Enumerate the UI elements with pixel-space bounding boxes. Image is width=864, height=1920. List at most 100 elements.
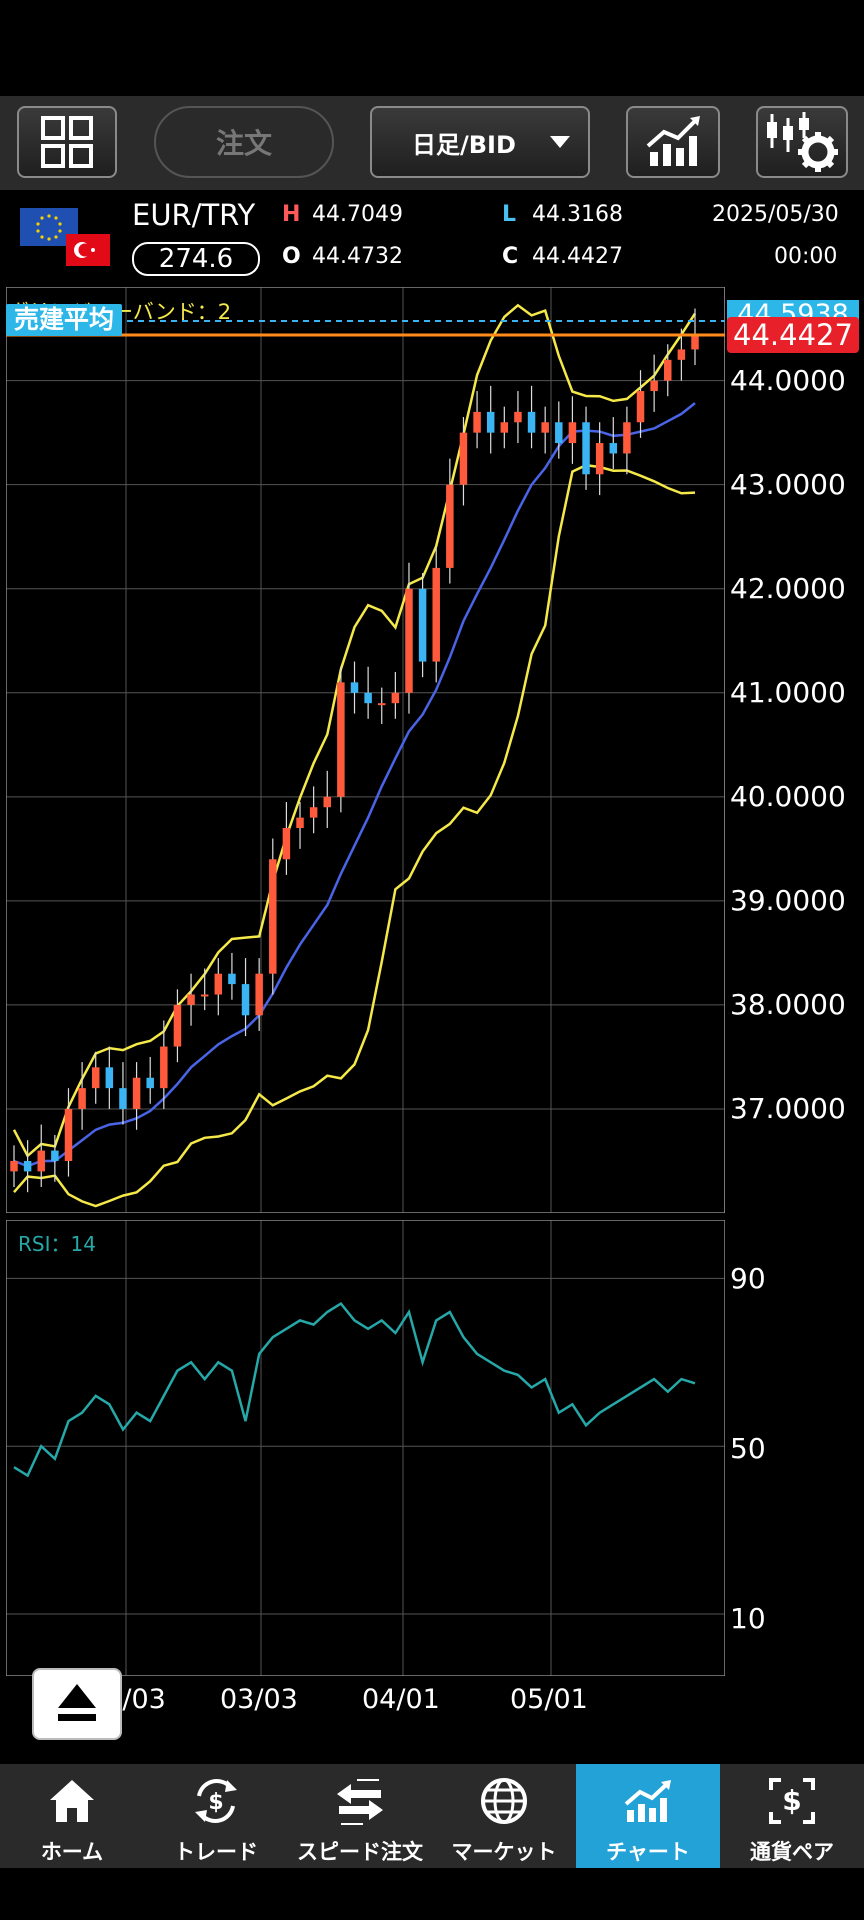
candle-body (527, 411, 536, 433)
globe-icon (481, 1778, 527, 1824)
x-axis-date-label: 04/01 (362, 1684, 440, 1715)
candle-body (500, 422, 509, 433)
candle-body (105, 1067, 114, 1089)
rsi-chart[interactable] (6, 1220, 725, 1676)
candle-body (418, 588, 427, 662)
candle-body (609, 443, 618, 454)
candle-body (37, 1150, 45, 1172)
candle-body (650, 380, 658, 392)
sell-average-tag: 売建平均 (6, 304, 123, 336)
current-price-tag: 44.4427 (727, 317, 859, 353)
candle-body (364, 692, 372, 704)
candle-body (323, 796, 332, 808)
candle-body (377, 703, 386, 706)
candle-body (241, 984, 250, 1016)
collapse-panel-button[interactable] (32, 1668, 122, 1740)
layout-grid-button[interactable] (17, 106, 117, 178)
chart-trend-icon (646, 116, 700, 166)
candle-body (200, 994, 209, 997)
rsi-level-label: 90 (730, 1262, 766, 1295)
candle-body (541, 422, 549, 433)
system-bar (0, 1868, 864, 1920)
candle-body (446, 484, 454, 568)
candle-body (64, 1108, 73, 1161)
eur-try-flag-icon (20, 208, 110, 266)
candle-body (391, 692, 400, 704)
nav-speed-order[interactable]: スピード注文 (288, 1764, 432, 1868)
nav-market[interactable]: マーケット (432, 1764, 576, 1868)
candle-body (160, 1046, 168, 1089)
y-axis-label: 41.0000 (730, 676, 846, 709)
indicator-button[interactable] (626, 106, 720, 178)
rsi-label: RSI：14 (18, 1232, 96, 1256)
candle-body (623, 422, 631, 454)
chart-toolbar: 注文 日足/BID (0, 96, 864, 190)
price-chart[interactable] (6, 287, 725, 1213)
svg-text:$: $ (208, 1790, 223, 1815)
candle-body (51, 1150, 59, 1161)
y-axis-label: 43.0000 (730, 468, 846, 501)
low-label: L (502, 202, 517, 227)
candle-body (282, 828, 291, 860)
candle-body (119, 1088, 127, 1109)
close-label: C (502, 244, 519, 269)
candle-date: 2025/05/30 (712, 202, 839, 227)
timeframe-select[interactable]: 日足/BID (370, 106, 590, 178)
candle-body (555, 422, 563, 444)
candle-body (91, 1067, 100, 1089)
candle-body (677, 349, 686, 360)
x-axis-date-label: 05/01 (510, 1684, 588, 1715)
candle-body (173, 1004, 182, 1047)
timeframe-label: 日足/BID (412, 130, 516, 159)
candle-body (514, 411, 522, 423)
rsi-level-label: 50 (730, 1432, 766, 1465)
eject-icon (58, 1684, 96, 1721)
currency-pair-icon: $ (769, 1778, 815, 1824)
candle-body (664, 359, 672, 381)
candle-body (228, 973, 236, 985)
candle-body (214, 973, 223, 995)
y-axis-label: 44.0000 (730, 364, 846, 397)
candle-body (582, 422, 590, 475)
low-value: 44.3168 (532, 202, 623, 227)
candle-body (337, 682, 345, 797)
candle-body (486, 411, 495, 433)
y-axis-label: 37.0000 (730, 1092, 846, 1125)
candle-body (432, 567, 440, 662)
candle-body (269, 859, 277, 974)
y-axis-label: 42.0000 (730, 572, 846, 605)
nav-chart[interactable]: チャート (576, 1764, 720, 1868)
candle-body (350, 682, 359, 693)
symbol-info-bar: EUR/TRY 274.6 H 44.7049 L 44.3168 O 44.4… (0, 190, 864, 282)
close-value: 44.4427 (532, 244, 623, 269)
high-label: H (282, 202, 301, 227)
candle-body (132, 1077, 141, 1109)
candle-body (187, 994, 195, 1005)
grid-icon (41, 116, 93, 168)
candle-body (636, 391, 645, 423)
svg-text:$: $ (782, 1784, 801, 1817)
chevron-down-icon (550, 136, 570, 148)
candle-body (459, 432, 468, 485)
candle-body (309, 807, 318, 818)
currency-pair-name: EUR/TRY (132, 198, 256, 232)
candle-time: 00:00 (774, 244, 838, 269)
chart-settings-button[interactable] (756, 106, 848, 178)
y-axis-label: 38.0000 (730, 988, 846, 1021)
y-axis-label: 39.0000 (730, 884, 846, 917)
candle-body (405, 588, 413, 693)
open-value: 44.4732 (312, 244, 403, 269)
speed-order-icon (337, 1779, 383, 1825)
nav-home[interactable]: ホーム (0, 1764, 144, 1868)
open-label: O (282, 244, 301, 269)
order-button[interactable]: 注文 (154, 106, 334, 178)
nav-trade[interactable]: $ トレード (144, 1764, 288, 1868)
y-axis-label: 40.0000 (730, 780, 846, 813)
candle-body (78, 1088, 86, 1109)
nav-currency-pair[interactable]: $ 通貨ペア (720, 1764, 864, 1868)
candle-body (568, 422, 577, 444)
spread-value: 274.6 (132, 242, 260, 276)
candle-body (691, 334, 699, 350)
x-axis-date-label: 03/03 (220, 1684, 298, 1715)
chart-icon (624, 1780, 671, 1822)
